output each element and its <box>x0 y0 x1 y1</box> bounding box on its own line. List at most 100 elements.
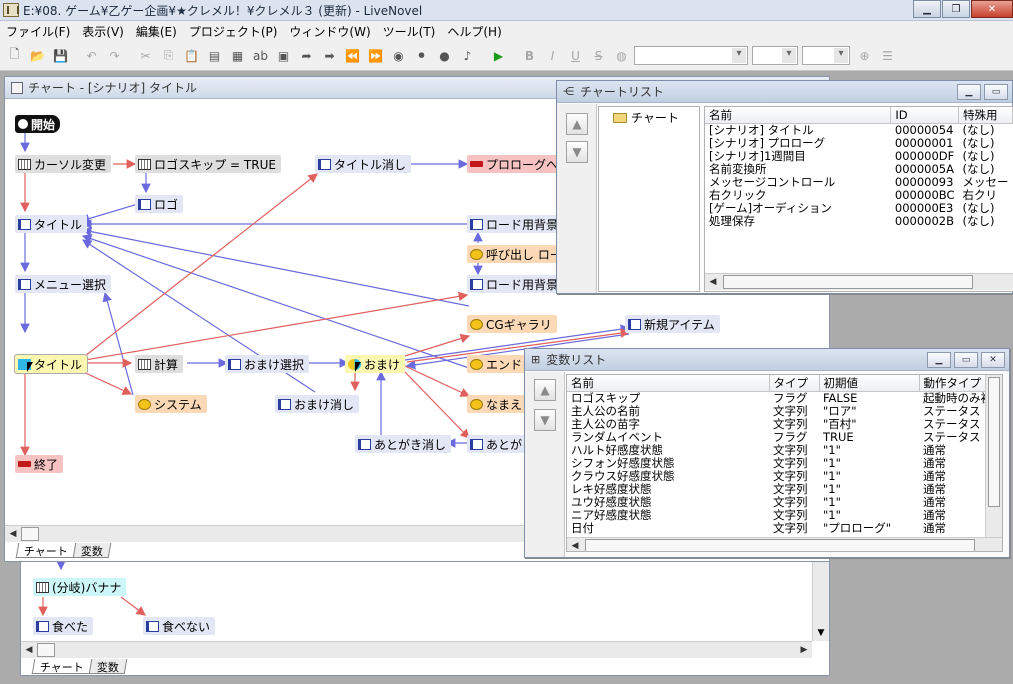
end-node[interactable]: 終了 <box>15 455 64 473</box>
chart-list-minimize-button[interactable]: ▁ <box>957 83 981 100</box>
column-special[interactable]: 特殊用 <box>958 107 1013 124</box>
column-type[interactable]: タイプ <box>769 375 820 392</box>
exit-node-icon[interactable]: ➡ <box>319 45 340 66</box>
minimize-button[interactable]: ▁ <box>913 0 941 18</box>
window-title: E:¥08. ゲーム¥乙ゲー企画¥★クレメル！¥クレメル３ (更新) - Liv… <box>23 3 423 18</box>
stop-icon[interactable]: ◉ <box>388 45 409 66</box>
name-node[interactable]: なまえ <box>467 395 528 413</box>
list-icon[interactable]: ☰ <box>877 45 898 66</box>
table-row[interactable]: [シナリオ] タイトル 00000054 (なし) <box>705 124 1013 138</box>
menu-select-node[interactable]: メニュー選択 <box>15 275 112 293</box>
menu-project[interactable]: プロジェクト(P) <box>183 23 284 40</box>
copy-icon[interactable]: ⎘ <box>158 45 179 66</box>
open-folder-icon[interactable]: 📂 <box>27 45 48 66</box>
sub-chart-hscroll[interactable]: ◀ ▶ <box>21 641 812 658</box>
cursor-change-node[interactable]: カーソル変更 <box>15 155 112 173</box>
cut-icon[interactable]: ✂ <box>135 45 156 66</box>
tab-chart[interactable]: チャート <box>31 659 93 674</box>
move-down-button[interactable]: ▼ <box>534 409 556 431</box>
column-id[interactable]: ID <box>890 107 959 124</box>
cg-gallery-node[interactable]: CGギャラリ <box>467 315 557 333</box>
strike-button[interactable]: S <box>588 45 609 66</box>
menu-tool[interactable]: ツール(T) <box>377 23 442 40</box>
chart-list-hscroll[interactable]: ◀ <box>705 273 1013 290</box>
column-name[interactable]: 名前 <box>705 107 892 124</box>
bonus-node[interactable]: おまけ <box>345 355 406 373</box>
save-icon[interactable]: 💾 <box>50 45 71 66</box>
calc-node-icon[interactable]: ▦ <box>227 45 248 66</box>
logo-node[interactable]: ロゴ <box>135 195 184 213</box>
variable-list-hscroll[interactable]: ◀ <box>567 537 1002 551</box>
redo-icon[interactable]: ↷ <box>104 45 125 66</box>
chart-list-maximize-button[interactable]: ▭ <box>984 83 1008 100</box>
column-name[interactable]: 名前 <box>567 375 770 392</box>
restore-button[interactable]: ❐ <box>942 0 970 18</box>
tab-chart[interactable]: チャート <box>15 543 77 558</box>
start-node[interactable]: 開始 <box>15 115 61 133</box>
size-combo[interactable] <box>752 46 798 65</box>
prologue-node[interactable]: プロローグへ <box>467 155 564 173</box>
new-item-node[interactable]: 新規アイテム <box>625 315 720 333</box>
title-hide-node[interactable]: タイトル消し <box>315 155 412 173</box>
move-down-button[interactable]: ▼ <box>566 141 588 163</box>
rewind-icon[interactable]: ⏪ <box>342 45 363 66</box>
italic-button[interactable]: I <box>542 45 563 66</box>
record-icon[interactable]: ⏺ <box>411 45 432 66</box>
tab-variables[interactable]: 変数 <box>72 543 112 558</box>
tree-item-chart[interactable]: チャート <box>613 109 679 126</box>
variable-list-table[interactable]: 名前 タイプ 初期値 動作タイプ ロゴスキップ フラグ FALSE 起動時のみ初 主人… <box>566 374 1003 552</box>
system-node[interactable]: システム <box>135 395 207 413</box>
branch-node[interactable]: (分岐)バナナ <box>33 578 127 596</box>
ate-node[interactable]: 食べた <box>33 617 94 635</box>
toolbar-separator <box>480 45 486 66</box>
menu-file[interactable]: ファイル(F) <box>0 23 76 40</box>
paste-icon[interactable]: 📋 <box>181 45 202 66</box>
table-row[interactable]: ロゴスキップ フラグ FALSE 起動時のみ初 <box>567 392 996 406</box>
chart-list-table[interactable]: 名前 ID 特殊用 [シナリオ] タイトル 00000054 (なし) [シナリオ]… <box>704 106 1013 292</box>
style-combo[interactable] <box>802 46 850 65</box>
variable-list-maximize-button[interactable]: ▭ <box>954 351 978 368</box>
image-node-icon[interactable]: ▣ <box>273 45 294 66</box>
column-initial-value[interactable]: 初期値 <box>819 375 920 392</box>
table-row[interactable]: 日付 文字列 "プロローグ" 通常 <box>567 522 996 535</box>
move-up-button[interactable]: ▲ <box>566 113 588 135</box>
jump-node-icon[interactable]: ➦ <box>296 45 317 66</box>
variable-list-minimize-button[interactable]: ▁ <box>927 351 951 368</box>
new-file-icon[interactable]: 🗋 <box>4 45 25 66</box>
sync-icon[interactable]: ⊕ <box>854 45 875 66</box>
book-icon <box>18 218 31 230</box>
script-node-icon[interactable]: ● <box>434 45 455 66</box>
sub-chart-vscroll[interactable]: ▼ <box>812 561 829 641</box>
table-row[interactable]: 処理保存 0000002B (なし) <box>705 215 1013 228</box>
menu-window[interactable]: ウィンドウ(W) <box>283 23 376 40</box>
color-icon[interactable]: ◍ <box>611 45 632 66</box>
book-icon <box>138 198 151 210</box>
forward-icon[interactable]: ⏩ <box>365 45 386 66</box>
call-load-node[interactable]: 呼び出し ロー <box>467 245 567 263</box>
undo-icon[interactable]: ↶ <box>81 45 102 66</box>
menu-edit[interactable]: 編集(E) <box>130 23 183 40</box>
sound-icon[interactable]: ♪ <box>457 45 478 66</box>
variable-list-close-button[interactable]: ✕ <box>981 351 1005 368</box>
book-node-icon[interactable]: ▤ <box>204 45 225 66</box>
afterword-hide-node[interactable]: あとがき消し <box>355 435 452 453</box>
title-node[interactable]: タイトル <box>15 215 88 233</box>
menu-help[interactable]: ヘルプ(H) <box>441 23 507 40</box>
not-ate-node[interactable]: 食べない <box>143 617 216 635</box>
variable-list-vscroll[interactable] <box>985 375 1002 537</box>
close-button[interactable]: ✕ <box>971 0 1013 18</box>
bonus-hide-node[interactable]: おまけ消し <box>275 395 360 413</box>
logo-skip-node[interactable]: ロゴスキップ = TRUE <box>135 155 281 173</box>
bonus-select-node[interactable]: おまけ選択 <box>225 355 310 373</box>
run-icon[interactable]: ▶ <box>488 45 509 66</box>
chart-tree[interactable]: チャート <box>598 106 700 292</box>
underline-button[interactable]: U <box>565 45 586 66</box>
font-combo[interactable] <box>634 46 748 65</box>
title-select-node[interactable]: タイトル <box>13 354 89 374</box>
menu-view[interactable]: 表示(V) <box>76 23 130 40</box>
bold-button[interactable]: B <box>519 45 540 66</box>
text-node-icon[interactable]: ab <box>250 45 271 66</box>
tab-variables[interactable]: 変数 <box>88 659 128 674</box>
calc-node[interactable]: 計算 <box>135 355 184 373</box>
move-up-button[interactable]: ▲ <box>534 379 556 401</box>
